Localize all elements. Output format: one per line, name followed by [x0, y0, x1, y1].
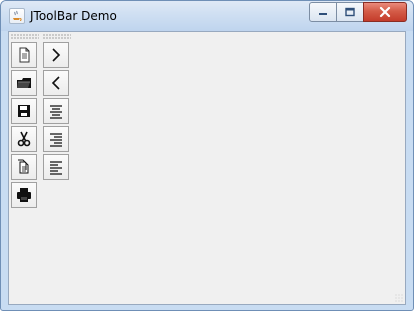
print-icon	[17, 188, 31, 202]
copy-icon	[18, 159, 29, 174]
align-left-button[interactable]	[43, 154, 69, 180]
copy-button[interactable]	[11, 154, 37, 180]
cut-button[interactable]	[11, 126, 37, 152]
align-center-icon	[50, 105, 62, 119]
align-left-icon	[50, 161, 62, 175]
new-document-icon	[19, 47, 30, 63]
maximize-button[interactable]	[336, 2, 364, 22]
resize-grip[interactable]	[395, 294, 403, 302]
previous-button[interactable]	[43, 70, 69, 96]
window-controls	[309, 2, 407, 22]
cut-icon	[17, 131, 31, 147]
align-right-icon	[50, 133, 62, 147]
print-button[interactable]	[11, 182, 37, 208]
minimize-icon	[319, 13, 327, 15]
open-folder-icon	[17, 78, 31, 88]
window-title: JToolBar Demo	[30, 9, 117, 23]
toolbar-grip-left[interactable]	[11, 34, 39, 40]
next-button[interactable]	[43, 42, 69, 68]
save-icon	[18, 105, 30, 117]
maximize-icon	[345, 7, 355, 17]
save-button[interactable]	[11, 98, 37, 124]
close-button[interactable]	[363, 2, 407, 22]
content-area	[8, 31, 406, 305]
minimize-button[interactable]	[309, 2, 337, 22]
chevron-left-icon	[51, 76, 60, 90]
open-folder-button[interactable]	[11, 70, 37, 96]
new-document-button[interactable]	[11, 42, 37, 68]
java-coffee-cup-icon	[9, 8, 25, 24]
right-toolbar	[43, 42, 71, 182]
align-center-button[interactable]	[43, 98, 69, 124]
align-right-button[interactable]	[43, 126, 69, 152]
chevron-right-icon	[52, 48, 61, 62]
left-toolbar	[11, 42, 39, 210]
title-bar: JToolBar Demo	[1, 1, 413, 31]
main-window: JToolBar Demo	[0, 0, 414, 311]
toolbar-grip-right[interactable]	[43, 34, 71, 40]
close-icon	[379, 6, 391, 18]
